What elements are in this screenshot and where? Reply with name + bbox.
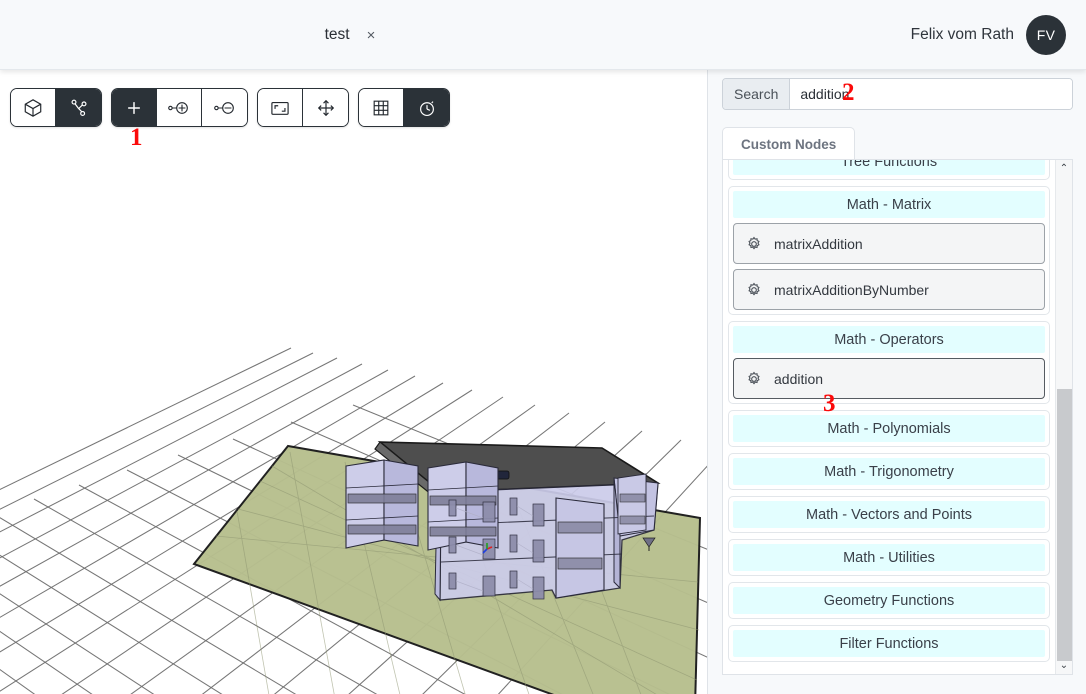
add-port-icon [168, 101, 188, 114]
document-tab-strip: test × [0, 0, 700, 70]
gear-icon [748, 282, 760, 296]
gear-icon [748, 236, 760, 250]
user-name: Felix vom Rath [910, 26, 1014, 43]
node-category-header[interactable]: Math - Trigonometry [733, 458, 1045, 485]
gear-icon [746, 282, 762, 298]
node-category-card: Math - Operators addition [728, 321, 1050, 404]
user-block[interactable]: Felix vom Rath FV [911, 0, 1066, 70]
document-tab-label: test [324, 26, 350, 43]
node-list-item[interactable]: matrixAdditionByNumber [733, 269, 1045, 310]
search-input[interactable] [790, 79, 1072, 109]
node-category-card: Math - Vectors and Points [728, 496, 1050, 533]
tab-custom-nodes-label: Custom Nodes [741, 136, 837, 152]
node-list-scrollbar[interactable]: ⌃ ⌄ [1055, 160, 1072, 674]
node-list-item-label: matrixAdditionByNumber [774, 281, 929, 298]
node-list-item-label: matrixAddition [774, 235, 863, 252]
pan-arrows-icon [317, 99, 334, 116]
node-category-header[interactable]: Tree Functions [733, 160, 1045, 175]
scene-canvas[interactable] [0, 70, 707, 694]
node-list-item-label: addition [774, 370, 824, 387]
node-list[interactable]: Tree Functions Math - Matrix matrixAdditio… [723, 160, 1055, 674]
node-category-header[interactable]: Math - Operators [733, 326, 1045, 353]
node-category-header[interactable]: Math - Utilities [733, 544, 1045, 571]
plus-icon-button[interactable] [112, 89, 157, 126]
remove-port-icon [213, 101, 234, 114]
search-row: Search [722, 78, 1073, 110]
chevron-down-icon[interactable]: ⌄ [1056, 657, 1072, 674]
node-category-card: Math - Trigonometry [728, 453, 1050, 490]
plus-icon [128, 101, 140, 114]
gear-icon [746, 371, 762, 387]
close-icon[interactable]: × [367, 28, 376, 43]
node-category-card: Filter Functions [728, 625, 1050, 662]
gear-icon [748, 371, 760, 385]
node-category-card: Math - Matrix matrixAddition matrixAdditio… [728, 186, 1050, 315]
node-category-header[interactable]: Math - Vectors and Points [733, 501, 1045, 528]
node-category-card: Math - Utilities [728, 539, 1050, 576]
node-list-item[interactable]: addition [733, 358, 1045, 399]
grid-icon [373, 100, 389, 115]
node-category-card: Math - Polynomials [728, 410, 1050, 447]
node-category-header[interactable]: Math - Polynomials [733, 415, 1045, 442]
cube-icon [24, 98, 42, 117]
node-category-header[interactable]: Geometry Functions [733, 587, 1045, 614]
node-list-item[interactable]: matrixAddition [733, 223, 1045, 264]
view-mode-group [10, 88, 102, 127]
scrollbar-thumb[interactable] [1057, 389, 1072, 661]
node-edit-group [111, 88, 248, 127]
node-category-header[interactable]: Filter Functions [733, 630, 1045, 657]
node-category-card: Geometry Functions [728, 582, 1050, 619]
frame-group [257, 88, 349, 127]
fit-to-screen-icon [271, 101, 289, 115]
app-header: test × Felix vom Rath FV [0, 0, 1086, 70]
stopwatch-icon-button[interactable] [404, 89, 449, 126]
node-graph-icon [71, 99, 86, 116]
node-library-panel: Search Custom Nodes Tree Functions Math -… [707, 70, 1086, 694]
avatar[interactable]: FV [1026, 15, 1066, 55]
stopwatch-icon [419, 100, 434, 116]
node-list-wrapper: Tree Functions Math - Matrix matrixAdditio… [722, 159, 1073, 675]
search-label: Search [723, 79, 791, 109]
pan-arrows-icon-button[interactable] [303, 89, 348, 126]
fit-to-screen-icon-button[interactable] [258, 89, 303, 126]
document-tab-test[interactable]: test × [319, 22, 382, 48]
node-graph-icon-button[interactable] [56, 89, 101, 126]
gear-icon [746, 236, 762, 252]
tab-custom-nodes[interactable]: Custom Nodes [722, 127, 856, 160]
node-category-card: Tree Functions [728, 160, 1050, 180]
add-port-icon-button[interactable] [157, 89, 202, 126]
cube-icon-button[interactable] [11, 89, 56, 126]
node-category-header[interactable]: Math - Matrix [733, 191, 1045, 218]
remove-port-icon-button[interactable] [202, 89, 247, 126]
display-group [358, 88, 450, 127]
grid-icon-button[interactable] [359, 89, 404, 126]
viewport-3d[interactable] [0, 70, 707, 694]
viewport-toolbars [10, 88, 450, 127]
panel-tabs: Custom Nodes [722, 127, 1073, 160]
chevron-up-icon[interactable]: ⌃ [1056, 160, 1072, 177]
